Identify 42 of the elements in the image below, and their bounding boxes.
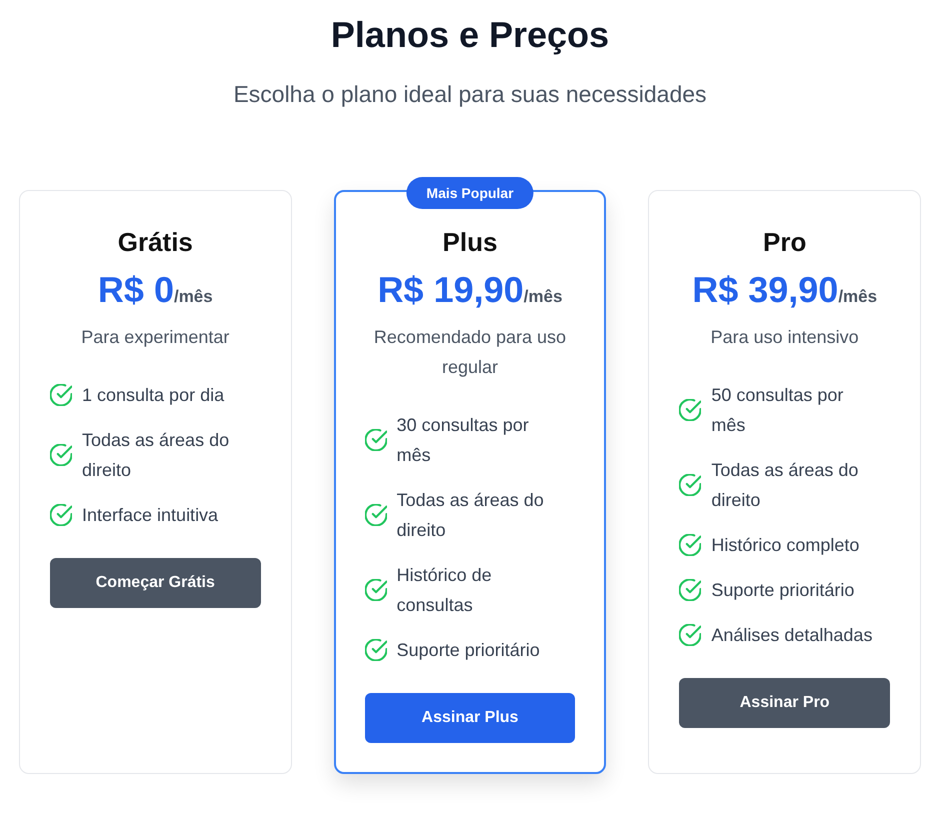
feature-text: 1 consulta por dia	[82, 384, 224, 407]
check-circle-icon	[679, 399, 702, 421]
feature-text: Todas as áreas do direito	[711, 459, 860, 512]
check-circle-icon	[679, 624, 702, 646]
price-period: /mês	[524, 287, 562, 306]
plan-description: Recomendado para uso regular	[372, 326, 568, 379]
check-circle-icon	[364, 504, 387, 526]
check-circle-icon	[364, 579, 387, 601]
feature-text: Todas as áreas do direito	[82, 429, 230, 482]
feature-text: Todas as áreas do direito	[396, 489, 545, 542]
feature-text: Suporte prioritário	[396, 639, 540, 662]
subscribe-button[interactable]: Assinar Pro	[679, 678, 890, 728]
feature-text: Histórico de consultas	[396, 564, 493, 617]
feature-text: 30 consultas por mês	[396, 414, 530, 467]
check-circle-icon	[364, 429, 387, 451]
popular-badge: Mais Popular	[406, 177, 534, 209]
plan-description: Para experimentar	[80, 326, 230, 349]
plan-name: Pro	[762, 226, 806, 259]
page-subtitle: Escolha o plano ideal para suas necessidades	[233, 80, 707, 109]
plan-name: Grátis	[118, 226, 193, 259]
check-circle-icon	[364, 639, 387, 661]
plan-name: Plus	[442, 226, 498, 259]
price-period: /mês	[174, 287, 213, 306]
check-circle-icon	[679, 579, 702, 601]
check-circle-icon	[50, 384, 72, 406]
price-amount: R$ 19,90	[378, 269, 524, 310]
price-amount: R$ 0	[98, 269, 174, 310]
subscribe-button[interactable]: Assinar Plus	[364, 693, 576, 743]
feature-text: Suporte prioritário	[711, 579, 854, 602]
subscribe-button[interactable]: Começar Grátis	[50, 558, 261, 608]
feature-text: Interface intuitiva	[82, 504, 218, 527]
price-period: /mês	[838, 287, 878, 306]
plan-description: Para uso intensivo	[710, 326, 860, 349]
feature-text: Análises detalhadas	[711, 624, 872, 647]
check-circle-icon	[679, 534, 702, 556]
feature-text: Histórico completo	[711, 534, 860, 557]
page-title: Planos e Preços	[330, 13, 610, 57]
check-circle-icon	[50, 504, 72, 526]
check-circle-icon	[679, 474, 702, 496]
price-amount: R$ 39,90	[692, 269, 838, 310]
feature-text: 50 consultas por mês	[711, 384, 844, 437]
check-circle-icon	[50, 444, 72, 466]
